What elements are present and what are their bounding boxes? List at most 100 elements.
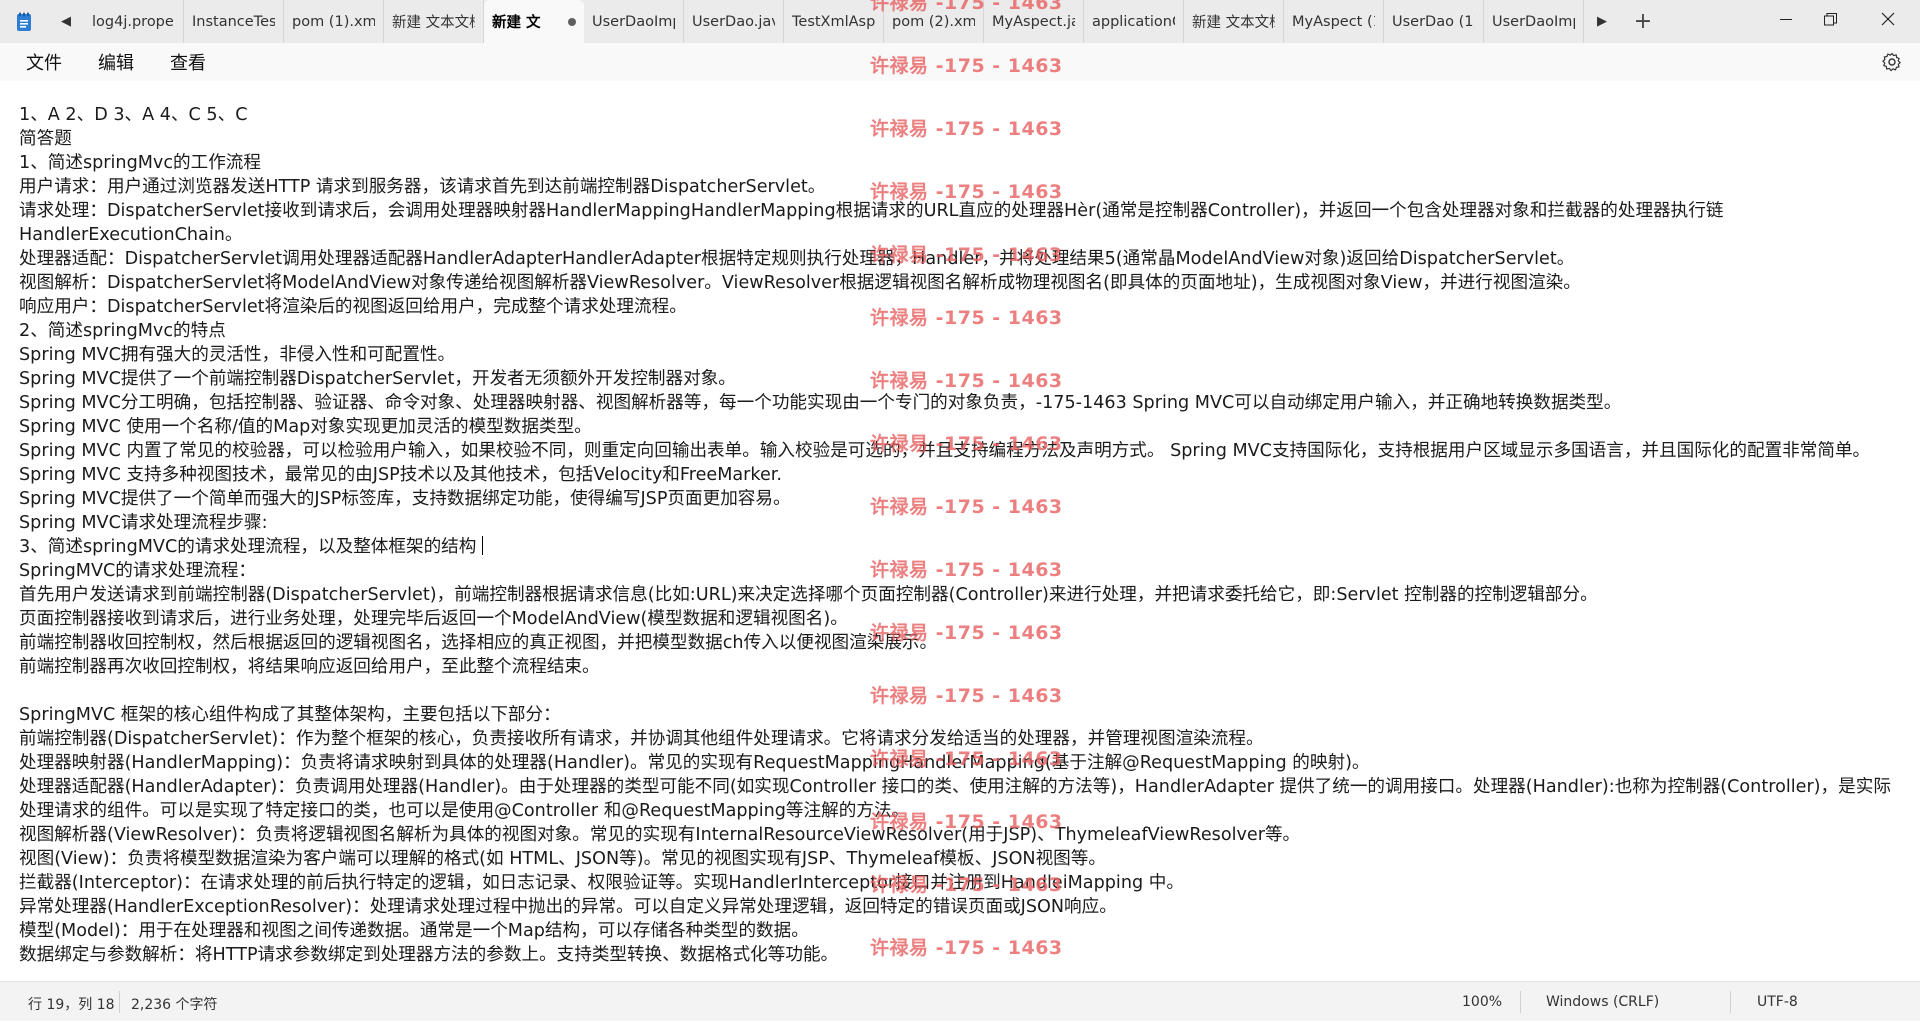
text-line[interactable]: 1、A 2、D 3、A 4、C 5、C	[19, 103, 1909, 127]
text-line[interactable]: 处理请求的组件。可以是实现了特定接口的类，也可以是使用@Controller 和…	[19, 799, 1909, 823]
text-editor[interactable]: 1、A 2、D 3、A 4、C 5、C 简答题 1、简述springMvc的工作流程…	[0, 81, 1920, 981]
text-line[interactable]: 页面控制器接收到请求后，进行业务处理，处理完毕后返回一个ModelAndView…	[19, 607, 1909, 631]
text-line[interactable]: 视图解析：DispatcherServlet将ModelAndView对象传递给…	[19, 271, 1909, 295]
tab[interactable]: MyAspect.java	[984, 0, 1084, 43]
document-text[interactable]: 1、A 2、D 3、A 4、C 5、C 简答题 1、简述springMvc的工作流程…	[19, 103, 1909, 967]
text-line[interactable]: Spring MVC 使用一个名称/值的Map对象实现更加灵活的模型数据类型。	[19, 415, 1909, 439]
notepad-app-icon	[0, 0, 48, 43]
text-line[interactable]: Spring MVC 支持多种视图技术，最常见的由JSP技术以及其他技术，包括V…	[19, 463, 1909, 487]
status-divider	[119, 991, 120, 1013]
tab-label: pom (2).xml	[892, 13, 975, 30]
text-caret	[482, 536, 484, 555]
tab[interactable]: UserDao (1).j	[1384, 0, 1484, 43]
text-line-content: Spring MVC提供了一个简单而强大的JSP标签库，支持数据绑定功能，使得编…	[19, 489, 791, 509]
text-line-content: 前端控制器(DispatcherServlet)：作为整个框架的核心，负责接收所…	[19, 729, 1264, 749]
tab-label: UserDao.java	[692, 13, 775, 30]
status-divider	[1520, 991, 1521, 1013]
text-line[interactable]: Spring MVC提供了一个简单而强大的JSP标签库，支持数据绑定功能，使得编…	[19, 487, 1909, 511]
tab-label: UserDao (1).j	[1392, 13, 1475, 30]
text-line[interactable]: 数据绑定与参数解析：将HTTP请求参数绑定到处理器方法的参数上。支持类型转换、数…	[19, 943, 1909, 967]
text-line[interactable]: 请求处理：DispatcherServlet接收到请求后，会调用处理器映射器Ha…	[19, 199, 1909, 223]
text-line-content: 处理器映射器(HandlerMapping)：负责将请求映射到具体的处理器(Ha…	[19, 753, 1370, 773]
text-line[interactable]: SpringMVC的请求处理流程：	[19, 559, 1909, 583]
text-line-content: 前端控制器再次收回控制权，将结果响应返回给用户，至此整个流程结束。	[19, 657, 600, 677]
text-line[interactable]: 用户请求：用户通过浏览器发送HTTP 请求到服务器，该请求首先到达前端控制器Di…	[19, 175, 1909, 199]
encoding[interactable]: UTF-8	[1757, 994, 1798, 1010]
text-line-content: 模型(Model)：用于在处理器和视图之间传递数据。通常是一个Map结构，可以存…	[19, 921, 809, 941]
text-line[interactable]: 3、简述springMVC的请求处理流程，以及整体框架的结构	[19, 535, 1909, 559]
text-line[interactable]: 视图解析器(ViewResolver)：负责将逻辑视图名解析为具体的视图对象。常…	[19, 823, 1909, 847]
text-line[interactable]: 前端控制器收回控制权，然后根据返回的逻辑视图名，选择相应的真正视图，并把模型数据…	[19, 631, 1909, 655]
text-line[interactable]: Spring MVC 内置了常见的校验器，可以检验用户输入，如果校验不同，则重定…	[19, 439, 1909, 463]
text-line[interactable]: 前端控制器(DispatcherServlet)：作为整个框架的核心，负责接收所…	[19, 727, 1909, 751]
text-line[interactable]: 模型(Model)：用于在处理器和视图之间传递数据。通常是一个Map结构，可以存…	[19, 919, 1909, 943]
tab[interactable]: 新建 文本文档	[384, 0, 484, 43]
tab-label: 新建 文	[492, 15, 541, 31]
menu-view[interactable]: 查看	[162, 45, 214, 79]
text-line[interactable]: 异常处理器(HandlerExceptionResolver)：处理请求处理过程…	[19, 895, 1909, 919]
text-line-content: 请求处理：DispatcherServlet接收到请求后，会调用处理器映射器Ha…	[19, 201, 1724, 221]
text-line[interactable]: 首先用户发送请求到前端控制器(DispatcherServlet)，前端控制器根…	[19, 583, 1909, 607]
tab[interactable]: InstanceTest	[184, 0, 284, 43]
text-line[interactable]: Spring MVC拥有强大的灵活性，非侵入性和可配置性。	[19, 343, 1909, 367]
tab[interactable]: UserDaoImp	[584, 0, 684, 43]
menu-edit[interactable]: 编辑	[90, 45, 142, 79]
menu-file[interactable]: 文件	[18, 45, 70, 79]
settings-button[interactable]	[1882, 52, 1902, 72]
text-line-content: 处理器适配器(HandlerAdapter)：负责调用处理器(Handler)。…	[19, 777, 1891, 797]
tab-label: MyAspect (1)	[1292, 13, 1375, 30]
text-line[interactable]: 处理器映射器(HandlerMapping)：负责将请求映射到具体的处理器(Ha…	[19, 751, 1909, 775]
text-line[interactable]: HandlerExecutionChain。	[19, 223, 1909, 247]
unsaved-dot-icon[interactable]	[568, 17, 576, 26]
text-line-content: Spring MVC请求处理流程步骤:	[19, 513, 268, 533]
text-line-content: Spring MVC 内置了常见的校验器，可以检验用户输入，如果校验不同，则重定…	[19, 441, 1871, 461]
text-line-content: Spring MVC分工明确，包括控制器、验证器、命令对象、处理器映射器、视图解…	[19, 393, 1622, 413]
line-ending[interactable]: Windows (CRLF)	[1546, 994, 1659, 1010]
tab[interactable]: MyAspect (1)	[1284, 0, 1384, 43]
text-line[interactable]: 简答题	[19, 127, 1909, 151]
text-line[interactable]: 拦截器(Interceptor)：在请求处理的前后执行特定的逻辑，如日志记录、权…	[19, 871, 1909, 895]
text-line[interactable]: 响应用户：DispatcherServlet将渲染后的视图返回给用户，完成整个请…	[19, 295, 1909, 319]
tab[interactable]: pom (2).xml	[884, 0, 984, 43]
text-line-content: 页面控制器接收到请求后，进行业务处理，处理完毕后返回一个ModelAndView…	[19, 609, 848, 629]
text-line[interactable]: Spring MVC请求处理流程步骤:	[19, 511, 1909, 535]
text-line[interactable]: 2、简述springMvc的特点	[19, 319, 1909, 343]
tab[interactable]: UserDao.java	[684, 0, 784, 43]
restore-button[interactable]	[1800, 0, 1860, 38]
text-line-content: 处理请求的组件。可以是实现了特定接口的类，也可以是使用@Controller 和…	[19, 801, 910, 821]
tab[interactable]: 新建 文本文档	[1184, 0, 1284, 43]
text-line-content: 1、A 2、D 3、A 4、C 5、C	[19, 105, 248, 125]
text-line[interactable]	[19, 679, 1909, 703]
text-line[interactable]: 处理器适配：DispatcherServlet调用处理器适配器HandlerAd…	[19, 247, 1909, 271]
text-line[interactable]: Spring MVC分工明确，包括控制器、验证器、命令对象、处理器映射器、视图解…	[19, 391, 1909, 415]
tab-label: pom (1).xml	[292, 13, 375, 30]
gear-icon	[1882, 52, 1901, 72]
text-line-content: Spring MVC 使用一个名称/值的Map对象实现更加灵活的模型数据类型。	[19, 417, 592, 437]
tab[interactable]: TestXmlAspe	[784, 0, 884, 43]
text-line[interactable]: 前端控制器再次收回控制权，将结果响应返回给用户，至此整个流程结束。	[19, 655, 1909, 679]
tab[interactable]: pom (1).xml	[284, 0, 384, 43]
tab[interactable]: UserDaoImp	[1484, 0, 1584, 43]
new-tab-button[interactable]: +	[1620, 0, 1666, 43]
text-line[interactable]: 处理器适配器(HandlerAdapter)：负责调用处理器(Handler)。…	[19, 775, 1909, 799]
text-line-content: Spring MVC拥有强大的灵活性，非侵入性和可配置性。	[19, 345, 456, 365]
tab[interactable]: log4j.proper	[84, 0, 184, 43]
text-line[interactable]: 视图(View)：负责将模型数据渲染为客户端可以理解的格式(如 HTML、JSO…	[19, 847, 1909, 871]
text-line[interactable]: SpringMVC 框架的核心组件构成了其整体架构，主要包括以下部分：	[19, 703, 1909, 727]
tab-label: MyAspect.java	[992, 13, 1075, 30]
text-line-content: 前端控制器收回控制权，然后根据返回的逻辑视图名，选择相应的真正视图，并把模型数据…	[19, 633, 938, 653]
tab-active[interactable]: 新建 文	[484, 0, 584, 43]
tab[interactable]: applicationC	[1084, 0, 1184, 43]
title-tab-bar: ◀ log4j.proper InstanceTest pom (1).xml 新建 …	[0, 0, 1920, 43]
cursor-position[interactable]: 行 19，列 18	[28, 994, 115, 1014]
tab-label: 新建 文本文档	[1192, 15, 1275, 31]
scroll-tabs-right-button[interactable]: ▶	[1584, 0, 1620, 43]
menu-bar: 文件 编辑 查看	[0, 43, 1920, 81]
zoom-level[interactable]: 100%	[1462, 994, 1502, 1010]
text-line[interactable]: Spring MVC提供了一个前端控制器DispatcherServlet，开发…	[19, 367, 1909, 391]
close-window-button[interactable]	[1858, 0, 1918, 38]
scroll-tabs-left-button[interactable]: ◀	[48, 0, 84, 43]
close-icon	[1881, 12, 1895, 26]
text-line[interactable]: 1、简述springMvc的工作流程	[19, 151, 1909, 175]
tab-label: applicationC	[1092, 13, 1175, 30]
